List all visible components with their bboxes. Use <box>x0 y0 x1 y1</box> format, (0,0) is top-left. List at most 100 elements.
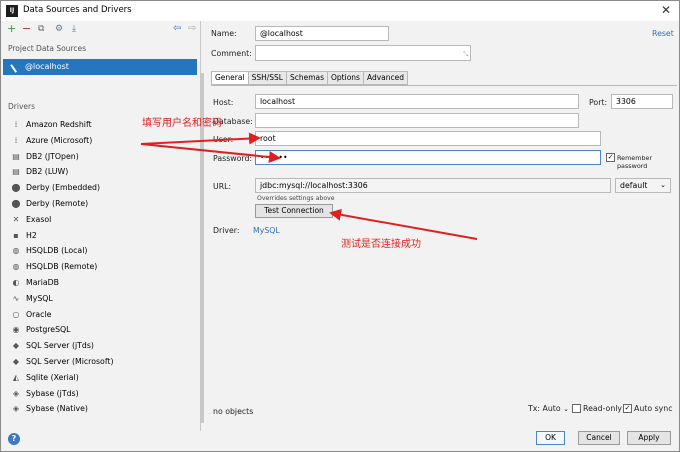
driver-icon: ◆ <box>12 341 20 351</box>
duplicate-icon[interactable]: ⧉ <box>38 23 44 35</box>
driver-link[interactable]: MySQL <box>253 226 280 235</box>
auto-sync-checkbox[interactable]: ✓ <box>623 404 632 413</box>
auto-sync-label: Auto sync <box>634 404 673 413</box>
annotation-fill-user: 填写用户名和密码 <box>142 118 222 129</box>
tab-divider <box>211 85 677 86</box>
driver-item[interactable]: ▤ DB2 (LUW) <box>2 164 197 180</box>
driver-icon: ⬤ <box>11 199 21 208</box>
driver-icon: ∿ <box>12 293 20 303</box>
driver-label: PostgreSQL <box>26 325 71 335</box>
expand-icon[interactable]: ⤡ <box>463 48 468 61</box>
tab-options[interactable]: Options <box>327 71 363 85</box>
driver-label: Driver: <box>213 226 240 235</box>
driver-icon: ◍ <box>12 262 20 272</box>
driver-label: SQL Server (jTds) <box>26 341 94 351</box>
driver-label: Sybase (jTds) <box>26 388 79 398</box>
driver-item[interactable]: ▤ DB2 (JTOpen) <box>2 149 197 165</box>
url-label: URL: <box>213 182 232 191</box>
driver-item[interactable]: ⬤ Derby (Remote) <box>2 196 197 212</box>
tab-general[interactable]: General <box>211 71 248 85</box>
driver-item[interactable]: ○ Oracle <box>2 307 197 323</box>
driver-icon: ◍ <box>12 246 20 256</box>
port-input[interactable]: 3306 <box>611 94 673 109</box>
remove-icon[interactable]: − <box>22 23 31 35</box>
driver-label: MariaDB <box>26 278 60 287</box>
cancel-button[interactable]: Cancel <box>578 431 620 445</box>
comment-label: Comment: <box>211 49 252 58</box>
driver-item[interactable]: ⬤ Derby (Embedded) <box>2 180 197 196</box>
host-label: Host: <box>213 98 234 107</box>
driver-settings-icon[interactable]: ⚙ <box>55 23 63 35</box>
port-label: Port: <box>589 98 608 107</box>
driver-item[interactable]: ◐ MariaDB <box>2 275 197 291</box>
driver-item[interactable]: ✕ Exasol <box>2 212 197 228</box>
driver-label: HSQLDB (Remote) <box>26 262 98 272</box>
driver-icon: ▤ <box>12 151 20 161</box>
driver-icon: ◈ <box>12 388 20 398</box>
driver-label: Derby (Embedded) <box>26 183 101 193</box>
user-input[interactable]: root <box>255 131 601 146</box>
overrides-note: Overrides settings above <box>257 195 335 202</box>
window-title: Data Sources and Drivers <box>23 5 132 15</box>
url-mode-select[interactable]: default ⌄ <box>615 178 671 193</box>
driver-label: MySQL <box>26 293 53 303</box>
tab-ssh-ssl[interactable]: SSH/SSL <box>247 71 286 85</box>
host-input[interactable]: localhost <box>255 94 579 109</box>
driver-item[interactable]: ◉ PostgreSQL <box>2 322 197 338</box>
driver-item[interactable]: ∿ MySQL <box>2 291 197 307</box>
driver-label: DB2 (JTOpen) <box>26 151 79 161</box>
database-input[interactable] <box>255 113 579 128</box>
left-panel: + − ⧉ ⚙ ⤓ ⇦ ⇨ Project Data Sources @loca… <box>2 21 204 431</box>
forward-arrow-icon[interactable]: ⇨ <box>188 23 196 35</box>
remember-password-checkbox[interactable]: ✓ <box>606 153 615 162</box>
tx-mode-select[interactable]: Tx: Auto ⌄ <box>528 404 569 413</box>
import-icon[interactable]: ⤓ <box>72 23 76 35</box>
driver-item[interactable]: ◈ Sybase (jTds) <box>2 386 197 402</box>
driver-item[interactable]: ◭ Sqlite (Xerial) <box>2 370 197 386</box>
settings-tabs: General SSH/SSL Schemas Options Advanced <box>211 71 409 85</box>
name-input[interactable]: @localhost <box>255 26 389 41</box>
drivers-label: Drivers <box>8 102 35 111</box>
dialog-window: IJ Data Sources and Drivers ✕ + − ⧉ ⚙ ⤓ … <box>0 0 680 452</box>
user-label: User: <box>213 135 234 144</box>
driver-label: Amazon Redshift <box>26 120 92 129</box>
name-label: Name: <box>211 29 237 38</box>
driver-icon: ⁞ <box>14 120 18 129</box>
driver-item[interactable]: ◆ SQL Server (Microsoft) <box>2 354 197 370</box>
tab-schemas[interactable]: Schemas <box>285 71 328 85</box>
driver-item[interactable]: ◍ HSQLDB (Local) <box>2 243 197 259</box>
reset-link[interactable]: Reset <box>652 29 674 38</box>
remember-password-label: Remember password <box>617 154 653 170</box>
driver-item[interactable]: ⁞ Azure (Microsoft) <box>2 133 197 149</box>
driver-icon: ◉ <box>12 325 20 335</box>
url-mode-value: default <box>620 181 648 190</box>
data-source-label: @localhost <box>25 62 69 71</box>
tab-advanced[interactable]: Advanced <box>362 71 409 85</box>
password-input[interactable]: •••••• <box>255 150 601 165</box>
driver-icon: ✕ <box>12 214 20 224</box>
driver-item[interactable]: ▪ H2 <box>2 228 197 244</box>
test-connection-button[interactable]: Test Connection <box>255 204 333 218</box>
close-icon[interactable]: ✕ <box>661 3 671 17</box>
add-icon[interactable]: + <box>7 23 16 35</box>
url-input[interactable]: jdbc:mysql://localhost:3306 <box>255 178 611 193</box>
connection-icon <box>10 60 23 73</box>
title-bar: IJ Data Sources and Drivers ✕ <box>1 1 679 21</box>
driver-item[interactable]: ◆ SQL Server (jTds) <box>2 338 197 354</box>
apply-button[interactable]: Apply <box>627 431 671 445</box>
driver-item[interactable]: ◈ Sybase (Native) <box>2 401 197 417</box>
app-icon: IJ <box>6 5 18 17</box>
driver-label: Exasol <box>26 214 52 224</box>
annotation-test-success: 测试是否连接成功 <box>341 239 421 250</box>
driver-label: Azure (Microsoft) <box>26 135 93 145</box>
help-icon[interactable]: ? <box>8 433 20 445</box>
data-source-localhost[interactable]: @localhost <box>3 59 197 75</box>
driver-label: H2 <box>26 230 37 240</box>
comment-input[interactable]: ⤡ <box>255 45 471 61</box>
back-arrow-icon[interactable]: ⇦ <box>173 23 181 35</box>
ok-button[interactable]: OK <box>536 431 565 445</box>
read-only-checkbox[interactable] <box>572 404 581 413</box>
driver-item[interactable]: ◍ HSQLDB (Remote) <box>2 259 197 275</box>
driver-label: DB2 (LUW) <box>26 167 69 177</box>
right-panel: Name: @localhost Reset Comment: ⤡ Genera… <box>203 21 679 431</box>
